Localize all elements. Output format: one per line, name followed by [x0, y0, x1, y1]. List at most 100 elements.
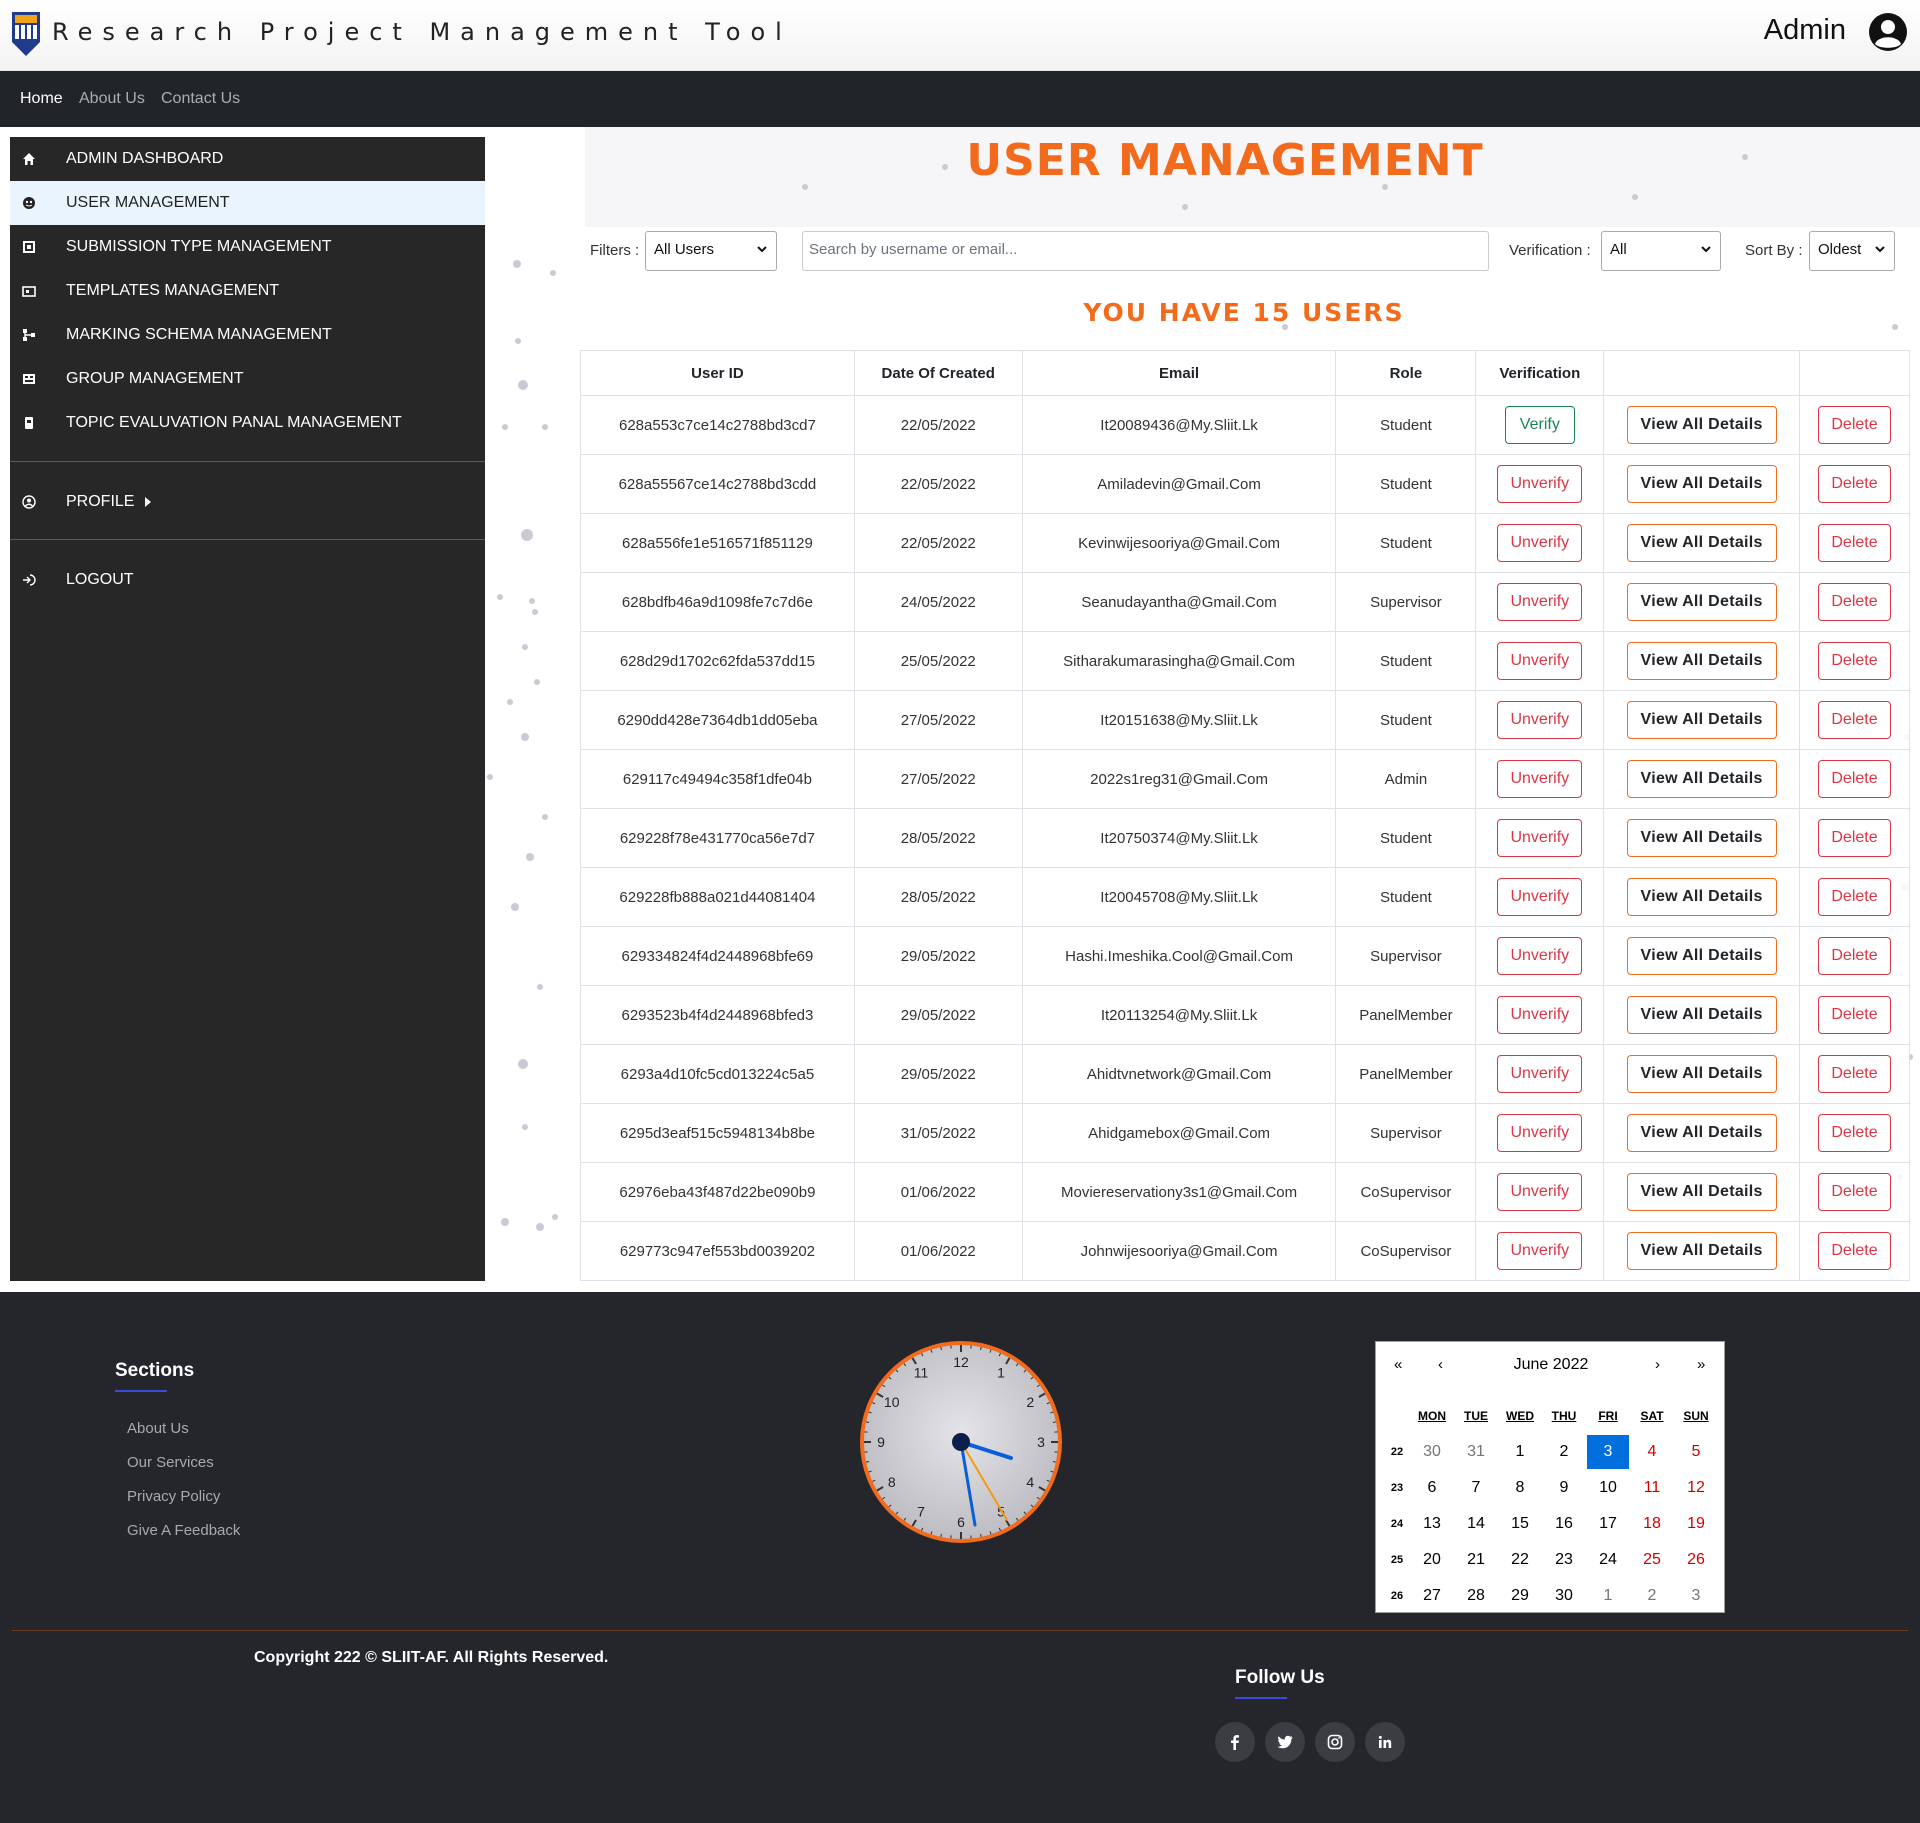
- facebook-link[interactable]: [1215, 1722, 1255, 1762]
- unverify-button[interactable]: Unverify: [1497, 642, 1583, 680]
- linkedin-link[interactable]: [1365, 1722, 1405, 1762]
- footer-link-our-services[interactable]: Our Services: [127, 1454, 214, 1471]
- cal-day[interactable]: 2: [1543, 1435, 1585, 1469]
- nav-about-us[interactable]: About Us: [79, 90, 145, 108]
- footer-link-about-us[interactable]: About Us: [127, 1420, 189, 1437]
- cal-day[interactable]: 24: [1587, 1543, 1629, 1577]
- unverify-button[interactable]: Unverify: [1497, 937, 1583, 975]
- cal-day[interactable]: 23: [1543, 1543, 1585, 1577]
- delete-button[interactable]: Delete: [1818, 1114, 1891, 1152]
- sidebar-item-topic-evaluation-panel[interactable]: TOPIC EVALUVATION PANAL MANAGEMENT: [10, 401, 485, 445]
- unverify-button[interactable]: Unverify: [1497, 1173, 1583, 1211]
- sidebar-item-logout[interactable]: LOGOUT: [10, 558, 485, 602]
- user-filter-select[interactable]: All Users: [645, 231, 777, 271]
- delete-button[interactable]: Delete: [1818, 701, 1891, 739]
- unverify-button[interactable]: Unverify: [1497, 524, 1583, 562]
- cal-day[interactable]: 1: [1587, 1579, 1629, 1613]
- cal-day[interactable]: 17: [1587, 1507, 1629, 1541]
- cal-day[interactable]: 19: [1675, 1507, 1717, 1541]
- cal-day[interactable]: 7: [1455, 1471, 1497, 1505]
- view-all-details-button[interactable]: View All Details: [1626, 465, 1777, 503]
- cal-day[interactable]: 18: [1631, 1507, 1673, 1541]
- cal-day[interactable]: 14: [1455, 1507, 1497, 1541]
- nav-contact-us[interactable]: Contact Us: [161, 90, 240, 108]
- unverify-button[interactable]: Unverify: [1497, 996, 1583, 1034]
- search-input[interactable]: Search by username or email...: [802, 231, 1489, 271]
- view-all-details-button[interactable]: View All Details: [1626, 1055, 1777, 1093]
- cal-day[interactable]: 3: [1675, 1579, 1717, 1613]
- cal-day[interactable]: 3: [1587, 1435, 1629, 1469]
- cal-day[interactable]: 10: [1587, 1471, 1629, 1505]
- twitter-link[interactable]: [1265, 1722, 1305, 1762]
- view-all-details-button[interactable]: View All Details: [1626, 406, 1777, 444]
- cal-day[interactable]: 5: [1675, 1435, 1717, 1469]
- cal-day[interactable]: 9: [1543, 1471, 1585, 1505]
- verification-select[interactable]: All: [1601, 231, 1721, 271]
- view-all-details-button[interactable]: View All Details: [1626, 583, 1777, 621]
- unverify-button[interactable]: Unverify: [1497, 465, 1583, 503]
- cal-day[interactable]: 15: [1499, 1507, 1541, 1541]
- cal-day[interactable]: 16: [1543, 1507, 1585, 1541]
- cal-day[interactable]: 30: [1543, 1579, 1585, 1613]
- unverify-button[interactable]: Unverify: [1497, 1232, 1583, 1270]
- sidebar-item-user-management[interactable]: USER MANAGEMENT: [10, 181, 485, 225]
- delete-button[interactable]: Delete: [1818, 760, 1891, 798]
- cal-day[interactable]: 25: [1631, 1543, 1673, 1577]
- cal-day[interactable]: 4: [1631, 1435, 1673, 1469]
- cal-day[interactable]: 11: [1631, 1471, 1673, 1505]
- delete-button[interactable]: Delete: [1818, 1055, 1891, 1093]
- cal-day[interactable]: 20: [1411, 1543, 1453, 1577]
- cal-day[interactable]: 12: [1675, 1471, 1717, 1505]
- sidebar-item-profile[interactable]: PROFILE: [10, 480, 485, 524]
- delete-button[interactable]: Delete: [1818, 878, 1891, 916]
- cal-day[interactable]: 22: [1499, 1543, 1541, 1577]
- cal-day[interactable]: 1: [1499, 1435, 1541, 1469]
- delete-button[interactable]: Delete: [1818, 1173, 1891, 1211]
- sidebar-item-templates[interactable]: TEMPLATES MANAGEMENT: [10, 269, 485, 313]
- view-all-details-button[interactable]: View All Details: [1626, 996, 1777, 1034]
- cal-day[interactable]: 6: [1411, 1471, 1453, 1505]
- delete-button[interactable]: Delete: [1818, 406, 1891, 444]
- nav-home[interactable]: Home: [20, 90, 63, 108]
- delete-button[interactable]: Delete: [1818, 642, 1891, 680]
- unverify-button[interactable]: Unverify: [1497, 819, 1583, 857]
- view-all-details-button[interactable]: View All Details: [1626, 524, 1777, 562]
- footer-link-privacy-policy[interactable]: Privacy Policy: [127, 1488, 220, 1505]
- view-all-details-button[interactable]: View All Details: [1626, 819, 1777, 857]
- view-all-details-button[interactable]: View All Details: [1626, 1232, 1777, 1270]
- sidebar-item-group-management[interactable]: GROUP MANAGEMENT: [10, 357, 485, 401]
- delete-button[interactable]: Delete: [1818, 1232, 1891, 1270]
- verify-button[interactable]: Verify: [1504, 406, 1575, 444]
- delete-button[interactable]: Delete: [1818, 937, 1891, 975]
- unverify-button[interactable]: Unverify: [1497, 1114, 1583, 1152]
- view-all-details-button[interactable]: View All Details: [1626, 760, 1777, 798]
- cal-day[interactable]: 13: [1411, 1507, 1453, 1541]
- cal-day[interactable]: 30: [1411, 1435, 1453, 1469]
- cal-day[interactable]: 26: [1675, 1543, 1717, 1577]
- unverify-button[interactable]: Unverify: [1497, 583, 1583, 621]
- avatar-icon[interactable]: [1868, 12, 1908, 52]
- cal-day[interactable]: 27: [1411, 1579, 1453, 1613]
- cal-month-label[interactable]: June 2022: [1376, 1356, 1726, 1374]
- instagram-link[interactable]: [1315, 1722, 1355, 1762]
- delete-button[interactable]: Delete: [1818, 819, 1891, 857]
- cal-day[interactable]: 29: [1499, 1579, 1541, 1613]
- delete-button[interactable]: Delete: [1818, 524, 1891, 562]
- cal-day[interactable]: 8: [1499, 1471, 1541, 1505]
- delete-button[interactable]: Delete: [1818, 465, 1891, 503]
- sidebar-item-admin-dashboard[interactable]: ADMIN DASHBOARD: [10, 137, 485, 181]
- view-all-details-button[interactable]: View All Details: [1626, 1173, 1777, 1211]
- view-all-details-button[interactable]: View All Details: [1626, 642, 1777, 680]
- unverify-button[interactable]: Unverify: [1497, 878, 1583, 916]
- sidebar-item-submission-type[interactable]: SUBMISSION TYPE MANAGEMENT: [10, 225, 485, 269]
- delete-button[interactable]: Delete: [1818, 583, 1891, 621]
- unverify-button[interactable]: Unverify: [1497, 701, 1583, 739]
- unverify-button[interactable]: Unverify: [1497, 1055, 1583, 1093]
- view-all-details-button[interactable]: View All Details: [1626, 1114, 1777, 1152]
- cal-day[interactable]: 2: [1631, 1579, 1673, 1613]
- cal-next-month-button[interactable]: ›: [1655, 1356, 1660, 1373]
- view-all-details-button[interactable]: View All Details: [1626, 701, 1777, 739]
- cal-day[interactable]: 28: [1455, 1579, 1497, 1613]
- cal-next-year-button[interactable]: »: [1697, 1356, 1705, 1373]
- cal-day[interactable]: 21: [1455, 1543, 1497, 1577]
